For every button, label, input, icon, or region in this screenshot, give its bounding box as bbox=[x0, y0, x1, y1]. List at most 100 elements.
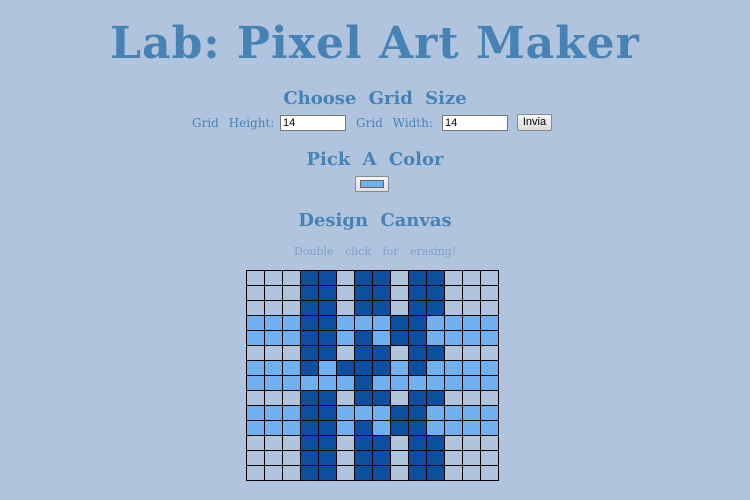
pixel-cell[interactable] bbox=[480, 450, 499, 466]
pixel-cell[interactable] bbox=[264, 360, 283, 376]
pixel-cell[interactable] bbox=[282, 285, 301, 301]
pixel-cell[interactable] bbox=[372, 420, 391, 436]
pixel-cell[interactable] bbox=[300, 435, 319, 451]
pixel-cell[interactable] bbox=[462, 285, 481, 301]
pixel-cell[interactable] bbox=[426, 345, 445, 361]
pixel-cell[interactable] bbox=[390, 345, 409, 361]
pixel-cell[interactable] bbox=[408, 360, 427, 376]
pixel-cell[interactable] bbox=[300, 270, 319, 286]
pixel-cell[interactable] bbox=[462, 465, 481, 481]
pixel-cell[interactable] bbox=[426, 360, 445, 376]
pixel-cell[interactable] bbox=[354, 450, 373, 466]
pixel-cell[interactable] bbox=[372, 300, 391, 316]
pixel-cell[interactable] bbox=[336, 405, 355, 421]
pixel-cell[interactable] bbox=[462, 435, 481, 451]
pixel-cell[interactable] bbox=[462, 450, 481, 466]
pixel-cell[interactable] bbox=[354, 405, 373, 421]
pixel-cell[interactable] bbox=[426, 450, 445, 466]
pixel-cell[interactable] bbox=[444, 315, 463, 331]
pixel-cell[interactable] bbox=[246, 450, 265, 466]
pixel-cell[interactable] bbox=[390, 360, 409, 376]
pixel-cell[interactable] bbox=[444, 330, 463, 346]
pixel-cell[interactable] bbox=[282, 420, 301, 436]
pixel-cell[interactable] bbox=[444, 300, 463, 316]
pixel-cell[interactable] bbox=[246, 375, 265, 391]
pixel-cell[interactable] bbox=[300, 300, 319, 316]
pixel-cell[interactable] bbox=[264, 315, 283, 331]
pixel-cell[interactable] bbox=[372, 405, 391, 421]
pixel-cell[interactable] bbox=[426, 330, 445, 346]
pixel-cell[interactable] bbox=[354, 360, 373, 376]
grid-height-input[interactable] bbox=[280, 115, 346, 131]
pixel-cell[interactable] bbox=[426, 420, 445, 436]
pixel-cell[interactable] bbox=[282, 405, 301, 421]
pixel-cell[interactable] bbox=[246, 300, 265, 316]
pixel-cell[interactable] bbox=[480, 465, 499, 481]
pixel-cell[interactable] bbox=[462, 405, 481, 421]
pixel-cell[interactable] bbox=[300, 315, 319, 331]
pixel-cell[interactable] bbox=[246, 405, 265, 421]
pixel-cell[interactable] bbox=[336, 285, 355, 301]
pixel-cell[interactable] bbox=[390, 420, 409, 436]
pixel-cell[interactable] bbox=[480, 360, 499, 376]
pixel-cell[interactable] bbox=[354, 420, 373, 436]
pixel-cell[interactable] bbox=[318, 465, 337, 481]
pixel-cell[interactable] bbox=[444, 405, 463, 421]
pixel-cell[interactable] bbox=[354, 390, 373, 406]
pixel-cell[interactable] bbox=[318, 285, 337, 301]
pixel-cell[interactable] bbox=[300, 360, 319, 376]
grid-width-input[interactable] bbox=[442, 115, 508, 131]
pixel-cell[interactable] bbox=[264, 435, 283, 451]
pixel-cell[interactable] bbox=[462, 345, 481, 361]
pixel-cell[interactable] bbox=[246, 435, 265, 451]
pixel-cell[interactable] bbox=[282, 375, 301, 391]
pixel-cell[interactable] bbox=[426, 285, 445, 301]
pixel-cell[interactable] bbox=[408, 465, 427, 481]
pixel-cell[interactable] bbox=[300, 285, 319, 301]
pixel-cell[interactable] bbox=[390, 315, 409, 331]
pixel-cell[interactable] bbox=[246, 345, 265, 361]
pixel-cell[interactable] bbox=[246, 285, 265, 301]
pixel-cell[interactable] bbox=[390, 435, 409, 451]
pixel-cell[interactable] bbox=[264, 345, 283, 361]
pixel-cell[interactable] bbox=[444, 285, 463, 301]
pixel-cell[interactable] bbox=[372, 270, 391, 286]
pixel-cell[interactable] bbox=[300, 420, 319, 436]
pixel-cell[interactable] bbox=[300, 345, 319, 361]
pixel-cell[interactable] bbox=[246, 390, 265, 406]
pixel-cell[interactable] bbox=[282, 315, 301, 331]
pixel-cell[interactable] bbox=[282, 435, 301, 451]
pixel-cell[interactable] bbox=[246, 360, 265, 376]
pixel-cell[interactable] bbox=[336, 390, 355, 406]
pixel-cell[interactable] bbox=[390, 330, 409, 346]
pixel-cell[interactable] bbox=[354, 435, 373, 451]
pixel-cell[interactable] bbox=[426, 405, 445, 421]
pixel-cell[interactable] bbox=[318, 345, 337, 361]
pixel-cell[interactable] bbox=[372, 345, 391, 361]
pixel-cell[interactable] bbox=[354, 270, 373, 286]
pixel-cell[interactable] bbox=[426, 465, 445, 481]
pixel-cell[interactable] bbox=[264, 270, 283, 286]
pixel-cell[interactable] bbox=[408, 300, 427, 316]
pixel-cell[interactable] bbox=[408, 285, 427, 301]
pixel-cell[interactable] bbox=[390, 405, 409, 421]
pixel-cell[interactable] bbox=[282, 345, 301, 361]
pixel-cell[interactable] bbox=[354, 285, 373, 301]
pixel-cell[interactable] bbox=[408, 435, 427, 451]
pixel-cell[interactable] bbox=[444, 420, 463, 436]
pixel-cell[interactable] bbox=[354, 345, 373, 361]
pixel-cell[interactable] bbox=[318, 375, 337, 391]
pixel-cell[interactable] bbox=[318, 315, 337, 331]
pixel-cell[interactable] bbox=[282, 270, 301, 286]
pixel-cell[interactable] bbox=[246, 330, 265, 346]
pixel-cell[interactable] bbox=[282, 465, 301, 481]
pixel-cell[interactable] bbox=[372, 375, 391, 391]
pixel-cell[interactable] bbox=[246, 270, 265, 286]
pixel-cell[interactable] bbox=[462, 270, 481, 286]
pixel-cell[interactable] bbox=[300, 375, 319, 391]
pixel-cell[interactable] bbox=[318, 390, 337, 406]
pixel-cell[interactable] bbox=[390, 390, 409, 406]
pixel-cell[interactable] bbox=[408, 270, 427, 286]
pixel-cell[interactable] bbox=[372, 390, 391, 406]
pixel-cell[interactable] bbox=[444, 390, 463, 406]
